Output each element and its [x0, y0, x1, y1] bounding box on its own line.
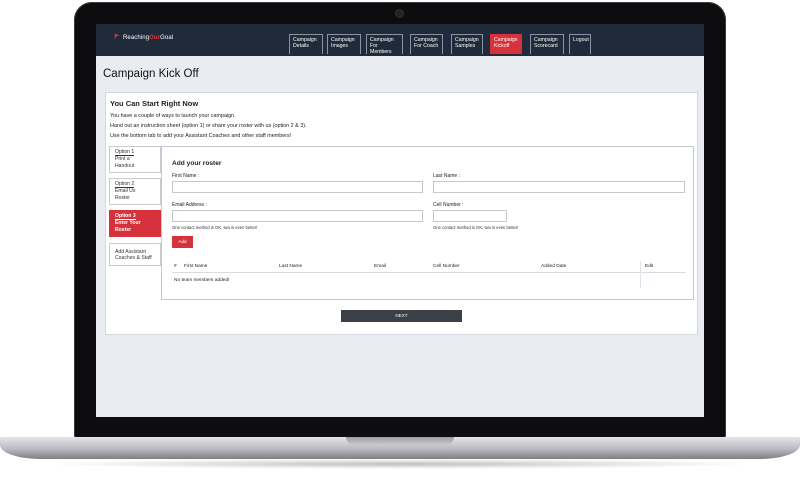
- tab-line: Add Assistant: [115, 249, 146, 255]
- col-cell-number: Cell Number: [433, 264, 460, 269]
- first-name-label: First Name :: [172, 173, 200, 179]
- roster-panel: Add your roster First Name : Last Name :…: [161, 146, 694, 300]
- col-last-name: Last Name: [279, 264, 303, 269]
- intro-line: Use the bottom tab to add your Assistant…: [110, 133, 292, 139]
- email-input[interactable]: [172, 210, 423, 222]
- empty-message: No team members added!: [174, 278, 230, 283]
- nav-label-2: Samples: [455, 43, 476, 50]
- first-name-input[interactable]: [172, 181, 423, 193]
- app-header: ReachingOurGoal Campaign Details Campaign…: [96, 24, 704, 56]
- nav-label-1: Campaign: [370, 37, 394, 43]
- kickoff-card: You Can Start Right Now You have a coupl…: [105, 92, 698, 335]
- tab-line: Enter Your: [115, 220, 141, 227]
- roster-table-header: # First Name Last Name Email Cell Number…: [172, 261, 686, 273]
- card-heading: You Can Start Right Now: [110, 99, 199, 108]
- next-button[interactable]: NEXT: [341, 310, 462, 322]
- laptop-notch: [346, 437, 454, 445]
- nav-label-2: For Members: [370, 43, 392, 56]
- tab-option-label: Option 1: [115, 149, 135, 157]
- last-name-label: Last Name :: [433, 173, 460, 179]
- tab-option-label: Option 2: [115, 181, 135, 189]
- table-divider: [640, 261, 641, 288]
- nav-label-2: Scorecard: [534, 43, 558, 50]
- tab-option-1[interactable]: Option 1 Print a Handout: [109, 146, 161, 173]
- intro-line: You have a couple of ways to launch your…: [110, 113, 236, 119]
- nav-label-1: Campaign: [455, 37, 479, 43]
- col-added-date: Added Date: [541, 264, 567, 269]
- tab-line: Print a: [115, 156, 130, 163]
- cell-number-input[interactable]: [433, 210, 507, 222]
- nav-label-1: Campaign: [414, 37, 438, 43]
- tab-option-2[interactable]: Option 2 Email Us Roster: [109, 178, 161, 205]
- app-screen: ReachingOurGoal Campaign Details Campaign…: [96, 24, 704, 417]
- roster-title: Add your roster: [172, 160, 222, 167]
- camera-icon: [396, 10, 403, 17]
- col-number: #: [174, 264, 177, 269]
- tab-line: Email Us: [115, 188, 136, 195]
- nav-campaign-scorecard[interactable]: Campaign Scorecard: [530, 34, 564, 54]
- nav-label-1: Logout: [573, 37, 589, 43]
- nav-campaign-kickoff[interactable]: Campaign Kickoff: [490, 34, 522, 54]
- nav-campaign-images[interactable]: Campaign Images: [327, 34, 361, 54]
- add-button[interactable]: Add: [172, 236, 193, 248]
- nav-campaign-for-members[interactable]: Campaign For Members: [366, 34, 403, 56]
- nav-label-2: Details: [293, 43, 309, 50]
- page-title: Campaign Kick Off: [103, 68, 199, 80]
- last-name-input[interactable]: [433, 181, 685, 193]
- logo-flag-icon: [114, 33, 120, 40]
- tab-option-label: Option 3: [115, 213, 136, 221]
- cell-hint: One contact method is OK, two is even be…: [433, 225, 519, 230]
- logo-text-b: Our: [149, 35, 161, 41]
- tab-line: Roster: [115, 226, 132, 233]
- tab-line: Coaches & Staff: [115, 255, 152, 262]
- nav-campaign-samples[interactable]: Campaign Samples: [451, 34, 483, 54]
- nav-label-2: Kickoff: [494, 43, 510, 50]
- email-label: Email Address :: [172, 202, 207, 208]
- col-email: Email: [374, 264, 386, 269]
- logo[interactable]: ReachingOurGoal: [114, 33, 173, 41]
- nav-label-1: Campaign: [534, 37, 558, 43]
- logo-text-c: Goal: [160, 35, 174, 41]
- nav-campaign-for-coach[interactable]: Campaign For Coach: [410, 34, 443, 54]
- laptop-shadow: [40, 459, 760, 469]
- nav-label-1: Campaign: [494, 37, 518, 43]
- nav-campaign-details[interactable]: Campaign Details: [289, 34, 323, 54]
- nav-label-2: Images: [331, 43, 349, 50]
- nav-label-2: For Coach: [414, 43, 439, 50]
- tab-line: Roster: [115, 194, 131, 201]
- tab-line: Handout: [115, 162, 135, 169]
- nav-label-1: Campaign: [293, 37, 317, 43]
- col-edit: Edit: [645, 264, 654, 269]
- col-first-name: First Name: [184, 264, 208, 269]
- email-hint: One contact method is OK, two is even be…: [172, 225, 258, 230]
- intro-line: Hand out an instruction sheet (option 1)…: [110, 123, 307, 129]
- cell-number-label: Cell Number :: [433, 202, 464, 208]
- tab-add-staff[interactable]: Add Assistant Coaches & Staff: [109, 243, 161, 266]
- tab-option-3[interactable]: Option 3 Enter Your Roster: [109, 210, 161, 237]
- nav-logout[interactable]: Logout: [569, 34, 591, 54]
- nav-label-1: Campaign: [331, 37, 355, 43]
- logo-text-a: Reaching: [123, 35, 150, 41]
